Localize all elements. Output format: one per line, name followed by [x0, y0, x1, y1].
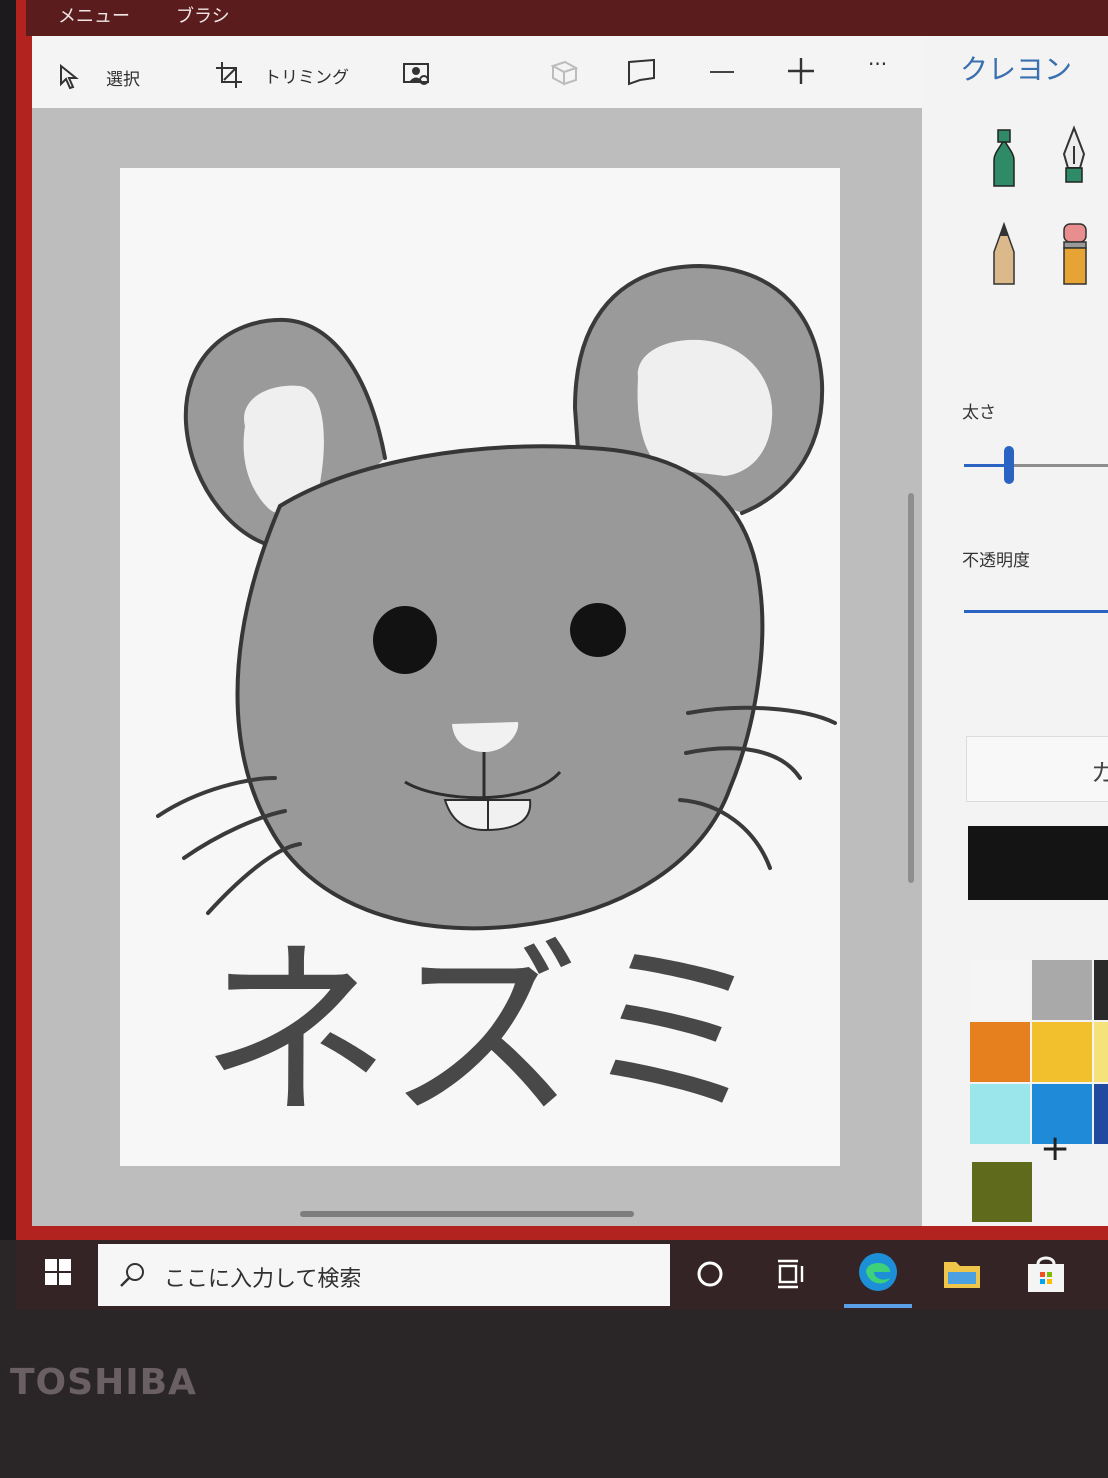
add-color-button[interactable]: + [1040, 1128, 1070, 1169]
brush-tab[interactable]: ブラシ [176, 2, 230, 28]
thickness-slider-track[interactable] [1008, 464, 1108, 467]
paint-app: 選択 トリミング ··· ネズミ クレヨン 太さ 不透明度 カ [32, 36, 1108, 1226]
opacity-label: 不透明度 [962, 551, 1030, 571]
panel-title: クレヨン [960, 53, 1073, 86]
file-explorer-icon[interactable] [942, 1256, 982, 1292]
color-swatch-cyan[interactable] [970, 1084, 1030, 1144]
color-swatch-gray[interactable] [1032, 960, 1092, 1020]
crop-icon [216, 62, 242, 88]
cortana-icon[interactable] [696, 1260, 724, 1288]
store-icon[interactable] [1026, 1254, 1066, 1294]
magic-select-tool[interactable] [402, 62, 432, 88]
vertical-scrollbar[interactable] [908, 493, 914, 883]
select-tool[interactable]: 選択 [58, 64, 140, 90]
marker-icon[interactable] [980, 126, 1028, 190]
opacity-slider[interactable] [964, 610, 1108, 613]
calligraphy-pen-icon[interactable] [1050, 124, 1098, 188]
zoom-out-button[interactable] [708, 58, 736, 86]
toolbar: 選択 トリミング ··· [32, 36, 922, 108]
search-placeholder: ここに入力して検索 [164, 1267, 362, 1292]
sticker-icon [550, 60, 578, 86]
taskbar: ここに入力して検索 [16, 1240, 1108, 1310]
minus-icon [710, 71, 734, 73]
taskbar-search-box[interactable]: ここに入力して検索 [98, 1244, 670, 1306]
plus-icon [788, 58, 814, 84]
laptop-brand-logo: TOSHIBA [10, 1362, 197, 1403]
zoom-in-button[interactable] [786, 56, 816, 86]
add-custom-color-button[interactable]: カ [966, 736, 1108, 802]
color-swatch-yellow[interactable] [1032, 1022, 1092, 1082]
search-icon [120, 1263, 144, 1287]
active-app-indicator [844, 1304, 912, 1308]
task-view-icon[interactable] [776, 1258, 806, 1290]
drawing-canvas[interactable]: ネズミ [120, 168, 840, 1166]
eraser-icon[interactable] [1052, 222, 1100, 286]
color-swatch-dark-gray[interactable] [1094, 960, 1108, 1020]
custom-color-label: カ [1091, 759, 1108, 787]
color-swatch-white[interactable] [970, 960, 1030, 1020]
color-swatch-orange[interactable] [970, 1022, 1030, 1082]
crop-tool[interactable]: トリミング [214, 60, 349, 90]
custom-color-swatch[interactable] [972, 1162, 1032, 1222]
brush-panel: クレヨン 太さ 不透明度 カ [930, 36, 1108, 1226]
sticker-tool[interactable] [550, 60, 578, 86]
windows-start-icon[interactable] [44, 1258, 72, 1286]
pencil-icon[interactable] [980, 222, 1028, 286]
thickness-label: 太さ [962, 403, 996, 423]
flag-shape-icon [628, 58, 655, 86]
select-label: 選択 [106, 69, 140, 90]
canvas-area: ネズミ [32, 108, 922, 1226]
thickness-slider-fill [964, 464, 1008, 467]
crop-label: トリミング [264, 67, 349, 88]
shape-tool[interactable] [626, 58, 658, 86]
color-swatch-light-yellow[interactable] [1094, 1022, 1108, 1082]
more-button[interactable]: ··· [868, 52, 887, 76]
mouse-drawing: ネズミ [156, 264, 837, 1143]
thickness-slider-thumb[interactable] [1004, 446, 1014, 484]
drawing-text: ネズミ [200, 922, 770, 1143]
cursor-arrow-icon [60, 64, 79, 90]
edge-browser-icon[interactable] [856, 1250, 900, 1294]
menu-button[interactable]: メニュー [58, 2, 130, 28]
horizontal-scrollbar[interactable] [300, 1211, 634, 1217]
title-bar: メニュー ブラシ [26, 0, 1108, 36]
color-swatch-dark-blue[interactable] [1094, 1084, 1108, 1144]
current-color-swatch [968, 826, 1108, 900]
magic-select-icon [403, 63, 429, 85]
